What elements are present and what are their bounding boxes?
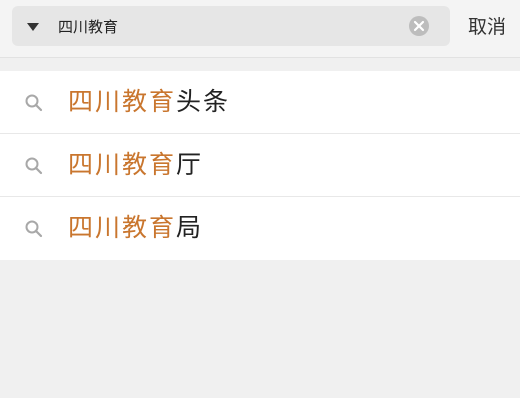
suggestion-list: 四川教育头条 四川教育厅 四川教育局 bbox=[0, 71, 520, 260]
suggestion-rest-text: 局 bbox=[176, 213, 204, 242]
cancel-button[interactable]: 取消 bbox=[460, 12, 514, 42]
search-bar: 取消 bbox=[0, 0, 520, 58]
suggestion-match-text: 四川教育 bbox=[68, 87, 177, 116]
suggestion-text: 四川教育局 bbox=[68, 213, 203, 243]
search-input[interactable] bbox=[58, 11, 398, 41]
search-icon bbox=[24, 93, 44, 113]
clear-circle-icon[interactable] bbox=[408, 15, 430, 37]
search-icon bbox=[24, 156, 44, 176]
suggestion-text: 四川教育厅 bbox=[68, 150, 203, 180]
suggestion-item[interactable]: 四川教育厅 bbox=[0, 134, 520, 197]
suggestion-match-text: 四川教育 bbox=[68, 150, 177, 179]
caret-down-icon[interactable] bbox=[26, 19, 40, 33]
suggestion-rest-text: 头条 bbox=[176, 87, 231, 116]
suggestion-match-text: 四川教育 bbox=[68, 213, 177, 242]
suggestion-rest-text: 厅 bbox=[176, 150, 204, 179]
suggestion-item[interactable]: 四川教育头条 bbox=[0, 71, 520, 134]
search-box bbox=[12, 6, 450, 46]
suggestion-text: 四川教育头条 bbox=[68, 87, 230, 117]
search-icon bbox=[24, 219, 44, 239]
suggestion-item[interactable]: 四川教育局 bbox=[0, 197, 520, 260]
